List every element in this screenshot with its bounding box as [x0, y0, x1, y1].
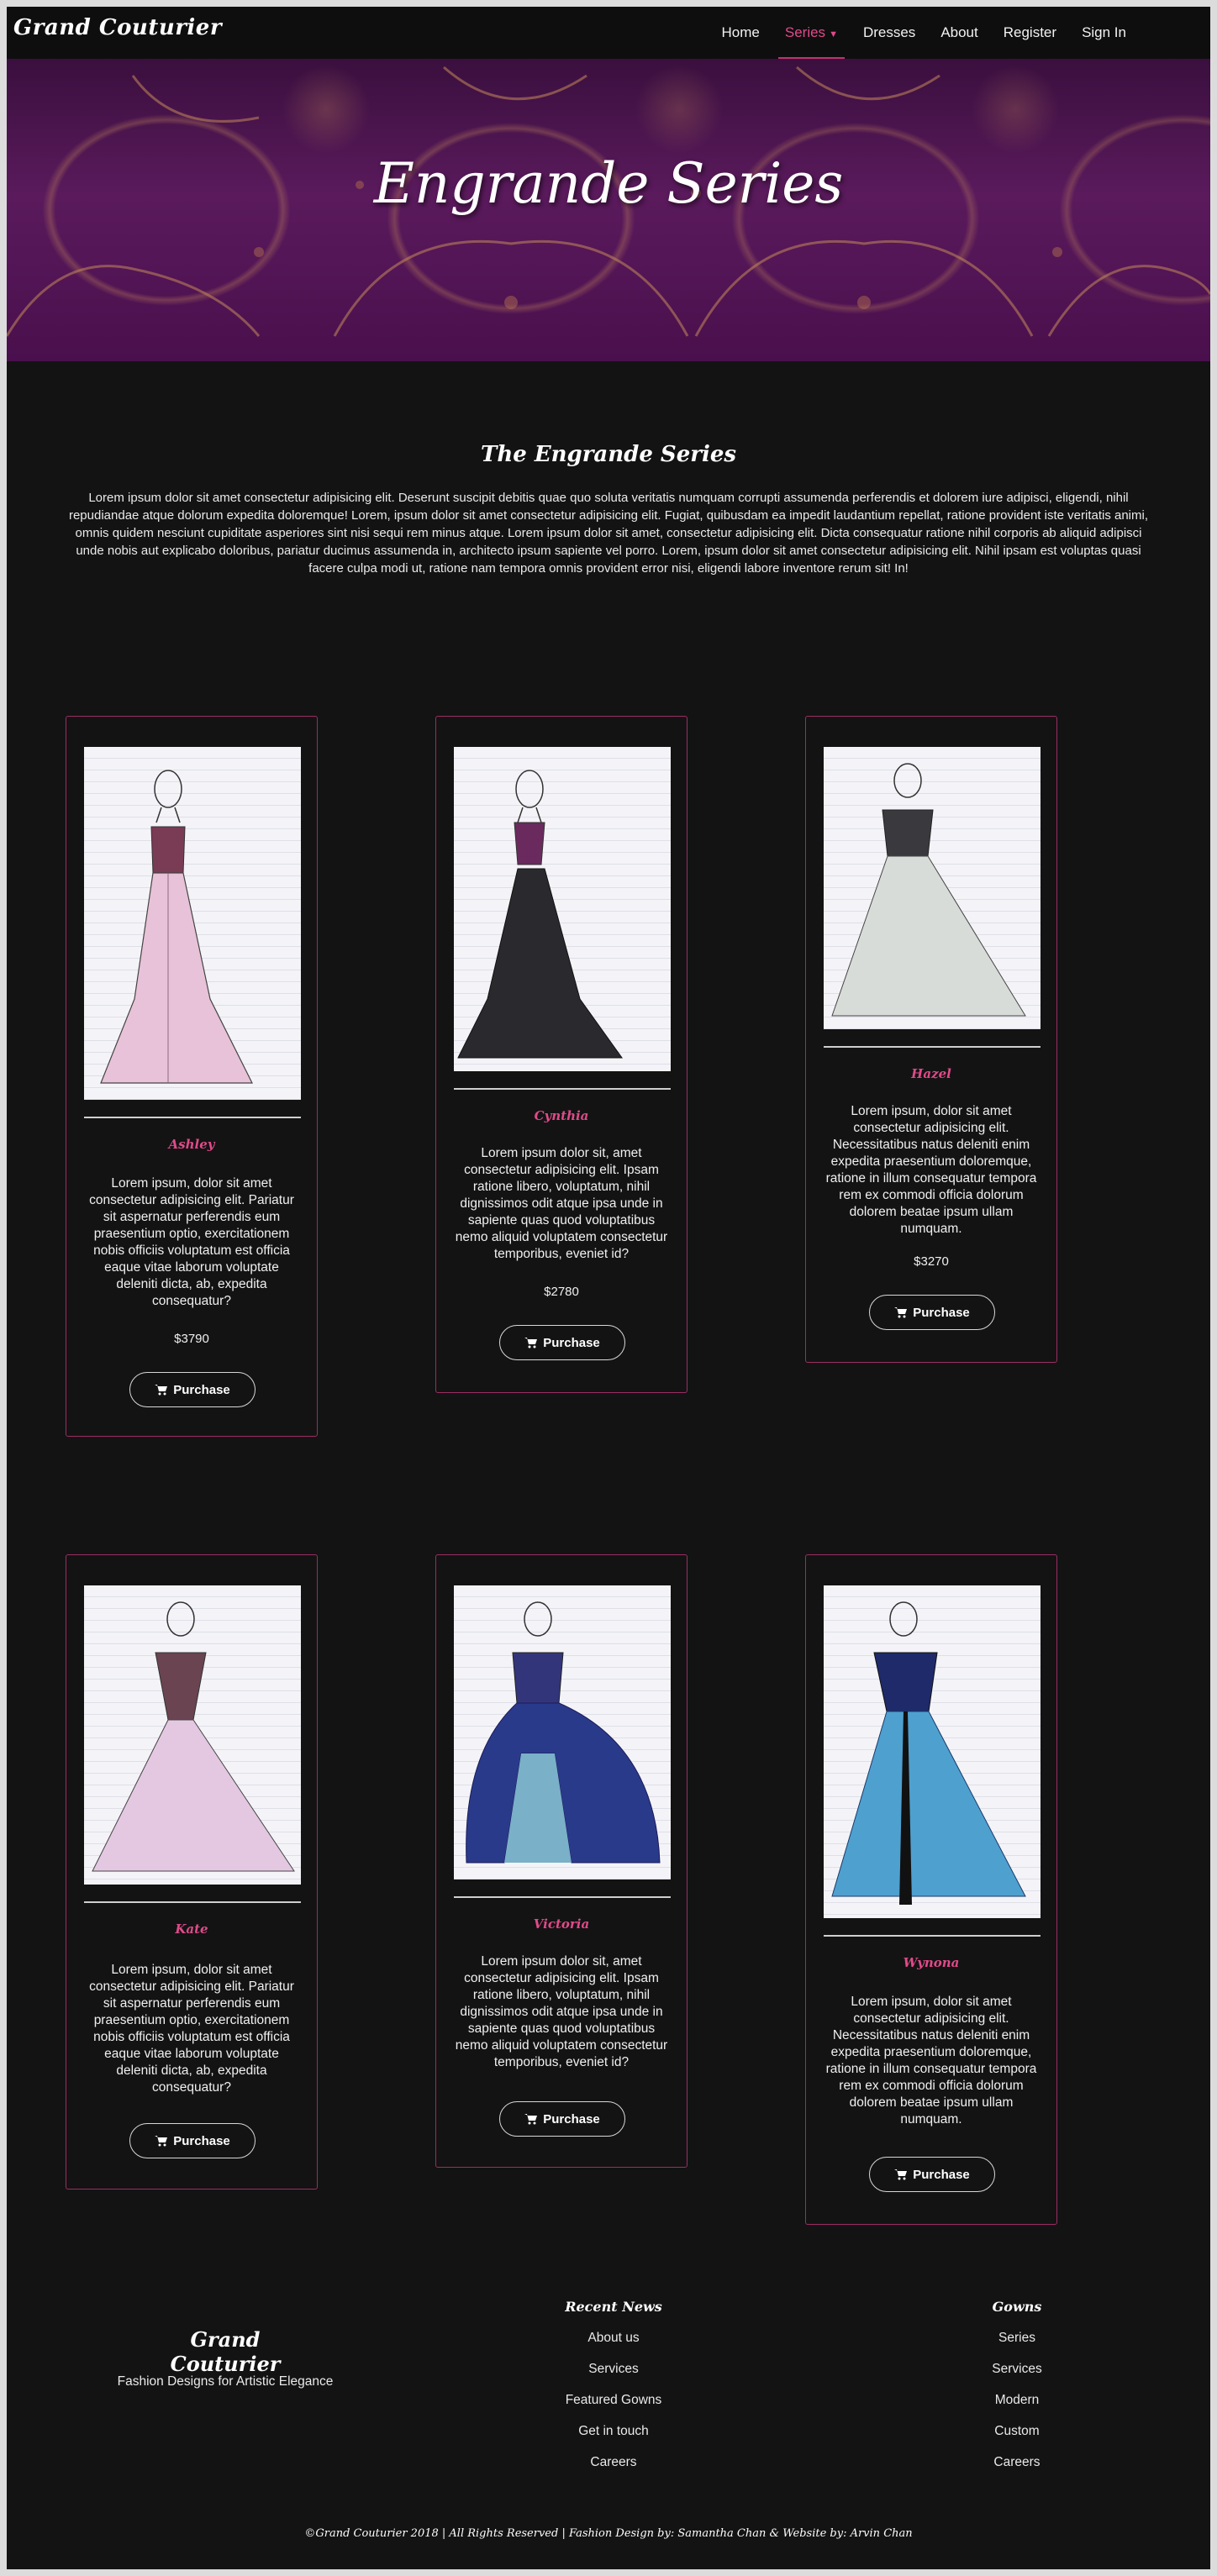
nav-link-home[interactable]: Home: [722, 7, 760, 59]
dress-sketch-image[interactable]: [454, 1585, 671, 1879]
purchase-button-label: Purchase: [173, 2133, 230, 2148]
footer-heading: Gowns: [992, 2299, 1042, 2315]
dress-price: $3270: [914, 1254, 949, 1269]
dress-price: $3790: [174, 1332, 209, 1346]
divider: [84, 1117, 301, 1118]
purchase-button-label: Purchase: [913, 1305, 970, 1320]
footer-link-careers[interactable]: Careers: [521, 2447, 706, 2478]
footer-col-recent-news: Recent News About us Services Featured G…: [521, 2299, 706, 2478]
footer-col-gowns: Gowns Series Services Modern Custom Care…: [925, 2299, 1109, 2478]
divider: [454, 1896, 671, 1898]
cart-icon: [155, 2136, 168, 2147]
divider: [454, 1088, 671, 1090]
dress-name: Wynona: [903, 1955, 960, 1970]
dress-sketch-drawing: [831, 763, 1026, 1017]
dress-description: Lorem ipsum dolor sit, amet consectetur …: [455, 1146, 668, 1261]
dress-description: Lorem ipsum, dolor sit amet consectetur …: [89, 1963, 294, 2095]
footer-link-services[interactable]: Services: [521, 2353, 706, 2384]
dress-card-cynthia: Cynthia Lorem ipsum dolor sit, amet cons…: [435, 716, 688, 1393]
footer-link-services[interactable]: Services: [925, 2353, 1109, 2384]
dress-name: Hazel: [911, 1066, 951, 1081]
caret-down-icon: ▼: [829, 29, 838, 39]
dress-sketch-drawing: [466, 1601, 661, 1864]
cart-icon: [894, 1307, 908, 1318]
purchase-button-label: Purchase: [543, 1335, 600, 1350]
footer-heading: Recent News: [565, 2299, 662, 2315]
section-title: The Engrande Series: [480, 442, 737, 467]
cart-icon: [894, 2169, 908, 2180]
purchase-button-label: Purchase: [913, 2167, 970, 2182]
dress-sketch-drawing: [92, 1601, 295, 1872]
nav-link-sign-in[interactable]: Sign In: [1082, 7, 1126, 59]
nav-link-series-label: Series: [784, 24, 826, 40]
copyright-text: ©Grand Couturier 2018 | All Rights Reser…: [304, 2527, 913, 2540]
cart-icon: [524, 2114, 538, 2125]
dress-name: Cynthia: [534, 1108, 589, 1123]
divider: [824, 1046, 1041, 1048]
dress-sketch-image[interactable]: [824, 747, 1041, 1029]
footer-link-custom[interactable]: Custom: [925, 2416, 1109, 2447]
dress-sketch-drawing: [457, 770, 623, 1059]
dress-name: Victoria: [533, 1916, 590, 1932]
divider: [84, 1901, 301, 1903]
purchase-button[interactable]: Purchase: [129, 2123, 256, 2158]
footer-link-modern[interactable]: Modern: [925, 2384, 1109, 2416]
purchase-button-label: Purchase: [173, 1382, 230, 1397]
dress-price: $2780: [544, 1285, 579, 1299]
section-description: Lorem ipsum dolor sit amet consectetur a…: [68, 491, 1149, 576]
purchase-button[interactable]: Purchase: [499, 1325, 625, 1360]
dress-sketch-image[interactable]: [824, 1585, 1041, 1918]
dress-card-wynona: Wynona Lorem ipsum, dolor sit amet conse…: [805, 1554, 1057, 2225]
footer-tagline: Fashion Designs for Artistic Elegance: [117, 2374, 334, 2389]
footer-brand[interactable]: Grand Couturier: [133, 2327, 318, 2376]
dress-card-victoria: Victoria Lorem ipsum dolor sit, amet con…: [435, 1554, 688, 2168]
dress-name: Kate: [175, 1921, 208, 1937]
dress-sketch-drawing: [831, 1601, 1026, 1905]
dress-sketch-image[interactable]: [454, 747, 671, 1071]
nav-link-about[interactable]: About: [940, 7, 977, 59]
divider: [824, 1935, 1041, 1937]
hero-title: Engrande Series: [373, 151, 844, 216]
dress-sketch-image[interactable]: [84, 1585, 301, 1885]
dress-card-ashley: Ashley Lorem ipsum, dolor sit amet conse…: [66, 716, 318, 1437]
nav-link-register[interactable]: Register: [1004, 7, 1056, 59]
dress-description: Lorem ipsum, dolor sit amet consectetur …: [825, 1104, 1037, 1236]
nav-link-dresses[interactable]: Dresses: [863, 7, 915, 59]
footer-link-series[interactable]: Series: [925, 2322, 1109, 2353]
dress-description: Lorem ipsum dolor sit, amet consectetur …: [455, 1954, 668, 2069]
footer-link-featured-gowns[interactable]: Featured Gowns: [521, 2384, 706, 2416]
dress-description: Lorem ipsum, dolor sit amet consectetur …: [89, 1176, 294, 1308]
page-frame: Grand Couturier Home Series ▼ Dresses Abo…: [7, 7, 1210, 2569]
footer-link-careers[interactable]: Careers: [925, 2447, 1109, 2478]
footer-link-about-us[interactable]: About us: [521, 2322, 706, 2353]
hero-banner: Engrande Series: [7, 59, 1210, 361]
cart-icon: [524, 1338, 538, 1348]
dress-card-kate: Kate Lorem ipsum, dolor sit amet consect…: [66, 1554, 318, 2190]
cart-icon: [155, 1385, 168, 1396]
top-navbar: Grand Couturier Home Series ▼ Dresses Abo…: [7, 7, 1210, 59]
purchase-button[interactable]: Purchase: [499, 2101, 625, 2137]
dress-description: Lorem ipsum, dolor sit amet consectetur …: [825, 1995, 1037, 2127]
nav-links: Home Series ▼ Dresses About Register Sign…: [722, 7, 1126, 59]
purchase-button-label: Purchase: [543, 2111, 600, 2127]
footer-link-get-in-touch[interactable]: Get in touch: [521, 2416, 706, 2447]
dress-card-hazel: Hazel Lorem ipsum, dolor sit amet consec…: [805, 716, 1057, 1363]
purchase-button[interactable]: Purchase: [129, 1372, 256, 1407]
purchase-button[interactable]: Purchase: [869, 2157, 995, 2192]
dress-name: Ashley: [168, 1137, 215, 1152]
dress-sketch-image[interactable]: [84, 747, 301, 1100]
purchase-button[interactable]: Purchase: [869, 1295, 995, 1330]
brand-logo[interactable]: Grand Couturier: [13, 15, 222, 40]
dress-sketch-drawing: [100, 770, 253, 1084]
nav-dropdown-series[interactable]: Series ▼: [777, 7, 846, 59]
